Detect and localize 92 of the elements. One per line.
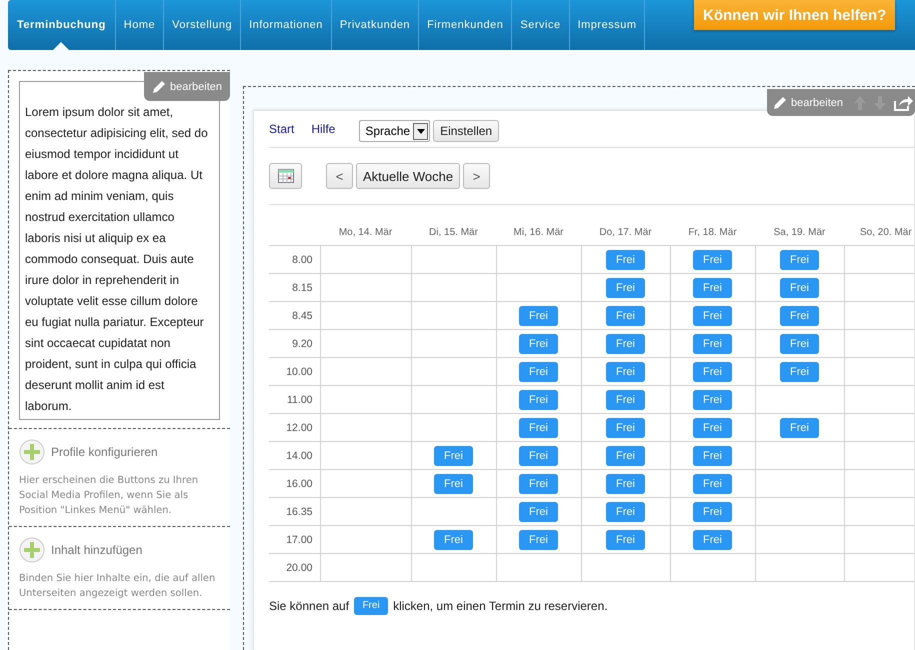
add-widget-link[interactable]: Profile konfigurieren: [9, 429, 230, 465]
plus-icon: [19, 439, 45, 465]
paragraph: Lorem ipsum dolor sit amet, consectetur adipisicing elit, sed do eiusmod tempor incididunt ut labore et dolore magna aliqua. Ut enim ad minim veniam, quis nostrud exercitation ullamco laboris nisi ut aliquip ex ea commodo consequat. Duis aute irure dolor in reprehenderit in voluptate velit esse cillum dolore eu fugiat nulla pariatur. Excepteur sint occaecat cupidatat non proident, sunt in culpa qui officia deserunt mollit anim id est laborum.: [25, 104, 209, 415]
free-slot-button[interactable]: Frei: [780, 334, 819, 354]
next-week-button[interactable]: >: [463, 163, 490, 189]
free-slot-button[interactable]: Frei: [606, 446, 645, 466]
widget-description: Hier erscheinen die Buttons zu Ihren Social Media Profilen, wenn Sie als Position "Linkes Menü" wählen.: [19, 474, 200, 518]
calendar-icon: [278, 169, 294, 183]
time-cell: 16.00: [269, 470, 320, 498]
free-slot-button[interactable]: Frei: [434, 530, 473, 550]
free-slot-button[interactable]: Frei: [434, 474, 473, 494]
calendar-button[interactable]: [269, 163, 302, 189]
time-cell: 8.45: [269, 302, 320, 330]
dropdown-arrow-icon: [416, 128, 425, 134]
previous-week-button[interactable]: <: [326, 163, 353, 189]
free-slot-button[interactable]: Frei: [434, 446, 473, 466]
nav-tab[interactable]: Informationen: [241, 0, 332, 50]
share-icon[interactable]: [893, 94, 913, 112]
free-slot-button[interactable]: Frei: [606, 278, 645, 298]
free-slot-button[interactable]: Frei: [519, 306, 558, 326]
nav-tab[interactable]: Firmenkunden: [419, 0, 512, 50]
free-slot-button[interactable]: Frei: [606, 390, 645, 410]
apply-button[interactable]: Einstellen: [433, 120, 500, 142]
time-cell: 20.00: [269, 554, 320, 582]
free-slot-button[interactable]: Frei: [519, 390, 558, 410]
free-slot-button[interactable]: Frei: [780, 418, 819, 438]
free-slot-button[interactable]: Frei: [519, 502, 558, 522]
free-slot-button[interactable]: Frei: [519, 362, 558, 382]
free-slot-button[interactable]: Frei: [780, 362, 819, 382]
free-slot-button[interactable]: Frei: [519, 418, 558, 438]
free-slot-button[interactable]: Frei: [693, 502, 732, 522]
time-cell: 16.35: [269, 498, 320, 526]
time-cell: 8.15: [269, 274, 320, 302]
widget-description: Binden Sie hier Inhalte ein, die auf allen Unterseiten angezeigt werden sollen.: [19, 572, 216, 601]
time-cell: 14.00: [269, 442, 320, 470]
hint-text: klicken, um einen Termin zu reservieren.: [393, 599, 608, 613]
day-header: Di, 15. Mär: [411, 219, 496, 246]
day-header: Do, 17. Mär: [581, 219, 670, 246]
current-week-button[interactable]: Aktuelle Woche: [356, 163, 460, 189]
day-header: Fr, 18. Mär: [670, 219, 755, 246]
free-slot-button[interactable]: Frei: [606, 502, 645, 522]
language-select[interactable]: Sprache: [359, 120, 430, 142]
free-slot-button[interactable]: Frei: [519, 530, 558, 550]
hint-text: Sie können auf: [269, 599, 350, 613]
free-slot-button[interactable]: Frei: [519, 334, 558, 354]
free-slot-button[interactable]: Frei: [606, 474, 645, 494]
free-slot-button[interactable]: Frei: [693, 334, 732, 354]
free-slot-button[interactable]: Frei: [693, 278, 732, 298]
time-cell: 9.20: [269, 330, 320, 358]
free-slot-button[interactable]: Frei: [606, 250, 645, 270]
nav-tab[interactable]: Privatkunden: [332, 0, 420, 50]
time-cell: 8.00: [269, 246, 320, 274]
free-slot-button[interactable]: Frei: [693, 418, 732, 438]
free-slot-button[interactable]: Frei: [606, 334, 645, 354]
add-widget-link[interactable]: Inhalt hinzufügen: [9, 527, 230, 563]
free-slot-button[interactable]: Frei: [693, 474, 732, 494]
nav-tab[interactable]: Home: [116, 0, 164, 50]
free-slot-button[interactable]: Frei: [693, 530, 732, 550]
help-button[interactable]: Können wir Ihnen helfen?: [694, 0, 896, 30]
free-slot-button[interactable]: Frei: [693, 390, 732, 410]
nav-tab[interactable]: Vorstellung: [164, 0, 242, 50]
free-slot-sample: Frei: [354, 597, 388, 615]
free-slot-button[interactable]: Frei: [606, 362, 645, 382]
free-slot-button[interactable]: Frei: [780, 250, 819, 270]
nav-tab[interactable]: Service: [512, 0, 570, 50]
free-slot-button[interactable]: Frei: [780, 278, 819, 298]
free-slot-button[interactable]: Frei: [693, 306, 732, 326]
menu-link[interactable]: Hilfe: [311, 122, 336, 136]
free-slot-button[interactable]: Frei: [693, 250, 732, 270]
nav-tab[interactable]: Terminbuchung: [8, 0, 116, 50]
free-slot-button[interactable]: Frei: [606, 418, 645, 438]
free-slot-button[interactable]: Frei: [693, 446, 732, 466]
day-header: Mo, 14. Mär: [320, 219, 411, 246]
day-header: Sa, 19. Mär: [755, 219, 844, 246]
free-slot-button[interactable]: Frei: [780, 306, 819, 326]
free-slot-button[interactable]: Frei: [519, 446, 558, 466]
edit-button[interactable]: bearbeiten: [773, 96, 843, 110]
menu-link[interactable]: Start: [269, 122, 294, 136]
day-header: So, 20. Mär: [844, 219, 914, 246]
edit-button[interactable]: bearbeiten: [144, 72, 230, 101]
free-slot-button[interactable]: Frei: [606, 530, 645, 550]
free-slot-button[interactable]: Frei: [606, 306, 645, 326]
pencil-icon: [152, 80, 166, 94]
free-slot-button[interactable]: Frei: [519, 474, 558, 494]
time-cell: 12.00: [269, 414, 320, 442]
plus-icon: [19, 537, 45, 563]
free-slot-button[interactable]: Frei: [693, 362, 732, 382]
time-cell: 11.00: [269, 386, 320, 414]
time-cell: 10.00: [269, 358, 320, 386]
day-header: Mi, 16. Mär: [496, 219, 581, 246]
time-cell: 17.00: [269, 526, 320, 554]
nav-tab[interactable]: Impressum: [570, 0, 646, 50]
